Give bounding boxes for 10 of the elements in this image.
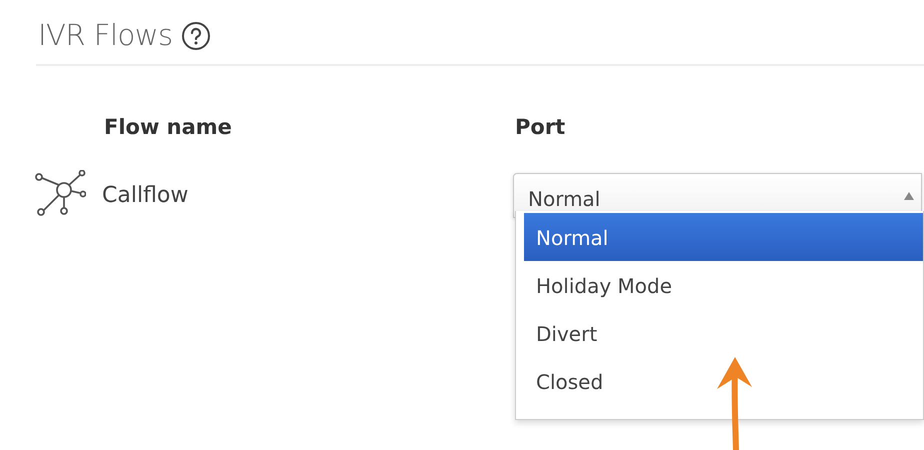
- page-title: IVR Flows: [38, 17, 173, 54]
- column-header: Flow name: [104, 115, 232, 139]
- dropdown-option[interactable]: Divert: [524, 309, 923, 357]
- flow-name: Callflow: [102, 182, 188, 208]
- column-header: Port: [515, 115, 566, 139]
- help-icon[interactable]: [180, 21, 211, 51]
- dropdown-option[interactable]: Normal: [524, 213, 923, 261]
- dropdown-option[interactable]: Closed: [524, 357, 923, 405]
- dropdown-option[interactable]: Holiday Mode: [524, 261, 923, 309]
- caret-icon: [903, 190, 915, 200]
